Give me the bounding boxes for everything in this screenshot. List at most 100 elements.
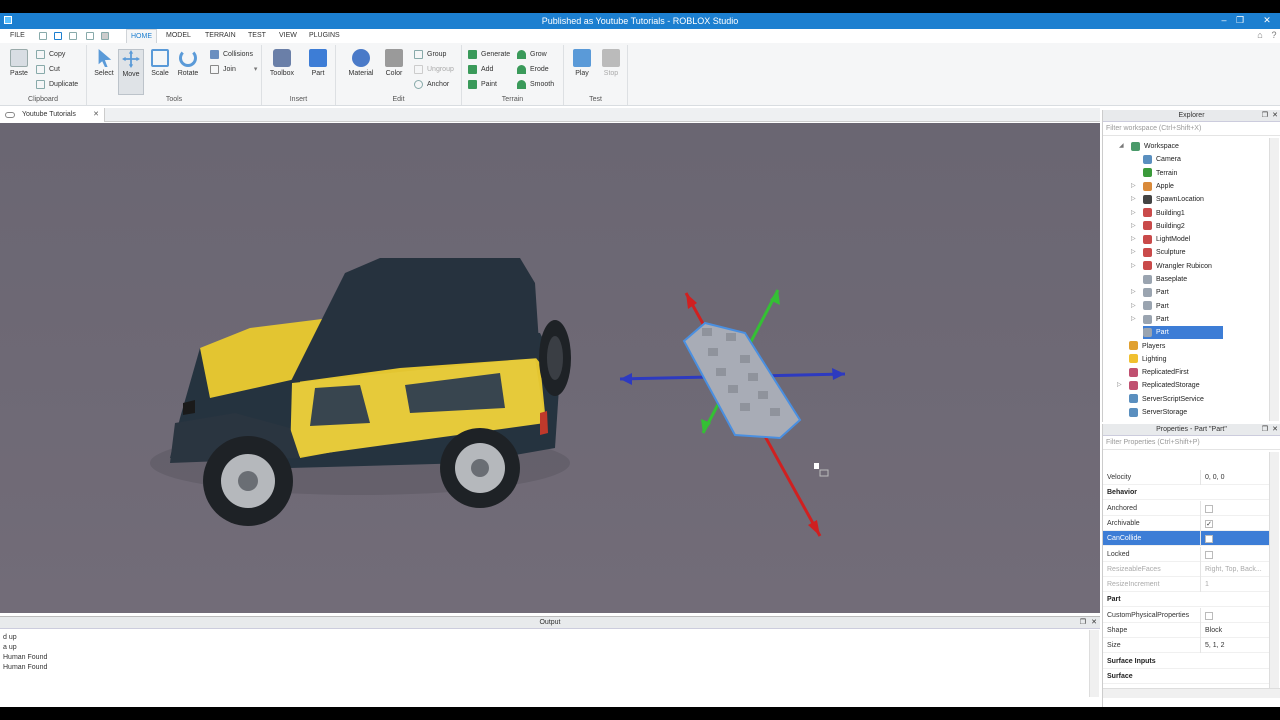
output-close-icon[interactable]: ✕ bbox=[1091, 617, 1097, 629]
material-button[interactable]: Material bbox=[346, 49, 376, 77]
property-value[interactable]: Right, Top, Back... bbox=[1205, 562, 1262, 577]
tree-item-wrangler-rubicon[interactable]: ▷ Wrangler Rubicon bbox=[1131, 260, 1212, 273]
explorer-scrollbar[interactable] bbox=[1269, 138, 1279, 421]
expand-arrow-icon[interactable]: ▷ bbox=[1131, 286, 1136, 299]
property-value[interactable]: Block bbox=[1205, 623, 1222, 638]
erode-button[interactable]: Erode bbox=[517, 64, 549, 76]
expand-arrow-icon[interactable]: ▷ bbox=[1131, 313, 1136, 326]
play-button[interactable]: Play bbox=[569, 49, 595, 77]
join-toggle[interactable]: Join ▾ bbox=[210, 64, 257, 76]
file-menu[interactable]: FILE bbox=[6, 29, 29, 43]
property-row-size[interactable]: Size 5, 1, 2 bbox=[1103, 638, 1269, 654]
jeep-model[interactable] bbox=[150, 258, 571, 526]
tree-item-building2[interactable]: ▷ Building2 bbox=[1131, 220, 1185, 233]
restore-icon[interactable]: ❐ bbox=[1232, 13, 1248, 29]
tree-item-terrain[interactable]: Terrain bbox=[1143, 167, 1177, 180]
paint-terrain-button[interactable]: Paint bbox=[468, 79, 497, 91]
properties-undock-icon[interactable]: ❐ bbox=[1262, 424, 1268, 436]
expand-arrow-icon[interactable]: ▷ bbox=[1131, 193, 1136, 206]
smooth-button[interactable]: Smooth bbox=[517, 79, 554, 91]
collisions-toggle[interactable]: Collisions bbox=[210, 49, 253, 61]
tree-item-apple[interactable]: ▷ Apple bbox=[1131, 180, 1174, 193]
document-tab[interactable]: Youtube Tutorials ✕ bbox=[0, 108, 105, 122]
property-row-velocity[interactable]: Velocity 0, 0, 0 bbox=[1103, 470, 1269, 485]
output-scrollbar[interactable] bbox=[1089, 630, 1099, 697]
property-value[interactable]: 0, 0, 0 bbox=[1205, 470, 1224, 485]
properties-close-icon[interactable]: ✕ bbox=[1272, 424, 1278, 436]
property-checkbox[interactable] bbox=[1205, 535, 1213, 544]
property-checkbox[interactable] bbox=[1205, 550, 1213, 559]
property-row-customphysicalproperties[interactable]: CustomPhysicalProperties bbox=[1103, 607, 1269, 623]
tree-item-serverscriptservice[interactable]: ServerScriptService bbox=[1129, 393, 1204, 406]
property-row-cancollide[interactable]: CanCollide bbox=[1103, 531, 1269, 547]
tree-item-workspace[interactable]: ◢ Workspace bbox=[1119, 140, 1179, 153]
tab-plugins[interactable]: PLUGINS bbox=[305, 29, 344, 43]
tree-item-part[interactable]: ▷ Part bbox=[1131, 300, 1169, 313]
tree-item-replicatedstorage[interactable]: ▷ ReplicatedStorage bbox=[1117, 379, 1200, 392]
tree-item-replicatedfirst[interactable]: ReplicatedFirst bbox=[1129, 366, 1189, 379]
toolbox-button[interactable]: Toolbox bbox=[268, 49, 296, 77]
expand-arrow-icon[interactable]: ▷ bbox=[1131, 220, 1136, 233]
grow-button[interactable]: Grow bbox=[517, 49, 547, 61]
new-file-icon[interactable] bbox=[39, 32, 47, 40]
properties-hscrollbar[interactable] bbox=[1103, 688, 1280, 698]
anchor-button[interactable]: Anchor bbox=[414, 79, 449, 91]
ungroup-button[interactable]: Ungroup bbox=[414, 64, 454, 76]
properties-filter-input[interactable]: Filter Properties (Ctrl+Shift+P) bbox=[1103, 436, 1280, 450]
expand-arrow-icon[interactable]: ▷ bbox=[1131, 180, 1136, 193]
explorer-undock-icon[interactable]: ❐ bbox=[1262, 110, 1268, 122]
redo-icon[interactable] bbox=[69, 32, 77, 40]
color-button[interactable]: Color bbox=[381, 49, 407, 77]
select-button[interactable]: Select bbox=[91, 49, 117, 77]
selected-part[interactable] bbox=[619, 289, 846, 537]
expand-arrow-icon[interactable]: ▷ bbox=[1117, 379, 1122, 392]
tree-item-lightmodel[interactable]: ▷ LightModel bbox=[1131, 233, 1190, 246]
property-row-locked[interactable]: Locked bbox=[1103, 546, 1269, 562]
property-checkbox[interactable] bbox=[1205, 504, 1213, 513]
move-button[interactable]: Move bbox=[118, 49, 144, 95]
explorer-close-icon[interactable]: ✕ bbox=[1272, 110, 1278, 122]
property-row-shape[interactable]: Shape Block bbox=[1103, 623, 1269, 638]
expand-arrow-icon[interactable]: ▷ bbox=[1131, 233, 1136, 246]
tree-item-camera[interactable]: Camera bbox=[1143, 153, 1181, 166]
stop-quick-icon[interactable] bbox=[101, 32, 109, 40]
help-icon[interactable]: ? bbox=[1266, 28, 1280, 44]
close-icon[interactable]: ✕ bbox=[1256, 13, 1278, 29]
tab-model[interactable]: MODEL bbox=[162, 29, 195, 43]
part-button[interactable]: Part bbox=[305, 49, 331, 77]
duplicate-button[interactable]: Duplicate bbox=[36, 79, 78, 91]
tree-item-players[interactable]: Players bbox=[1129, 340, 1165, 353]
paste-button[interactable]: Paste bbox=[4, 49, 34, 77]
tree-item-serverstorage[interactable]: ServerStorage bbox=[1129, 406, 1187, 419]
copy-button[interactable]: Copy bbox=[36, 49, 65, 61]
cut-button[interactable]: Cut bbox=[36, 64, 60, 76]
generate-button[interactable]: Generate bbox=[468, 49, 510, 61]
tree-item-part[interactable]: ▷ Part bbox=[1131, 286, 1169, 299]
explorer-filter-input[interactable]: Filter workspace (Ctrl+Shift+X) bbox=[1103, 122, 1280, 136]
property-value[interactable]: 5, 1, 2 bbox=[1205, 638, 1224, 653]
add-terrain-button[interactable]: Add bbox=[468, 64, 493, 76]
tab-test[interactable]: TEST bbox=[244, 29, 270, 43]
tree-item-building1[interactable]: ▷ Building1 bbox=[1131, 207, 1185, 220]
collapse-arrow-icon[interactable]: ◢ bbox=[1119, 140, 1124, 153]
expand-arrow-icon[interactable]: ▷ bbox=[1131, 300, 1136, 313]
property-row-resizeablefaces[interactable]: ResizeableFaces Right, Top, Back... bbox=[1103, 561, 1269, 577]
tab-home[interactable]: HOME bbox=[126, 29, 157, 43]
property-row-anchored[interactable]: Anchored bbox=[1103, 500, 1269, 516]
property-row-archivable[interactable]: Archivable ✓ bbox=[1103, 515, 1269, 531]
tab-view[interactable]: VIEW bbox=[275, 29, 301, 43]
tree-item-lighting[interactable]: Lighting bbox=[1129, 353, 1167, 366]
properties-scrollbar[interactable] bbox=[1269, 452, 1279, 688]
grid-icon[interactable] bbox=[86, 32, 94, 40]
stop-button[interactable]: Stop bbox=[598, 49, 624, 77]
expand-arrow-icon[interactable]: ▷ bbox=[1131, 207, 1136, 220]
close-tab-icon[interactable]: ✕ bbox=[93, 108, 99, 122]
expand-arrow-icon[interactable]: ▷ bbox=[1131, 260, 1136, 273]
expand-arrow-icon[interactable]: ▷ bbox=[1131, 246, 1136, 259]
tree-item-baseplate[interactable]: Baseplate bbox=[1143, 273, 1187, 286]
rotate-button[interactable]: Rotate bbox=[175, 49, 201, 77]
property-checkbox[interactable] bbox=[1205, 611, 1213, 620]
minimize-icon[interactable]: – bbox=[1216, 13, 1232, 29]
tree-item-part[interactable]: Part bbox=[1143, 326, 1223, 340]
property-checkbox[interactable]: ✓ bbox=[1205, 519, 1213, 528]
